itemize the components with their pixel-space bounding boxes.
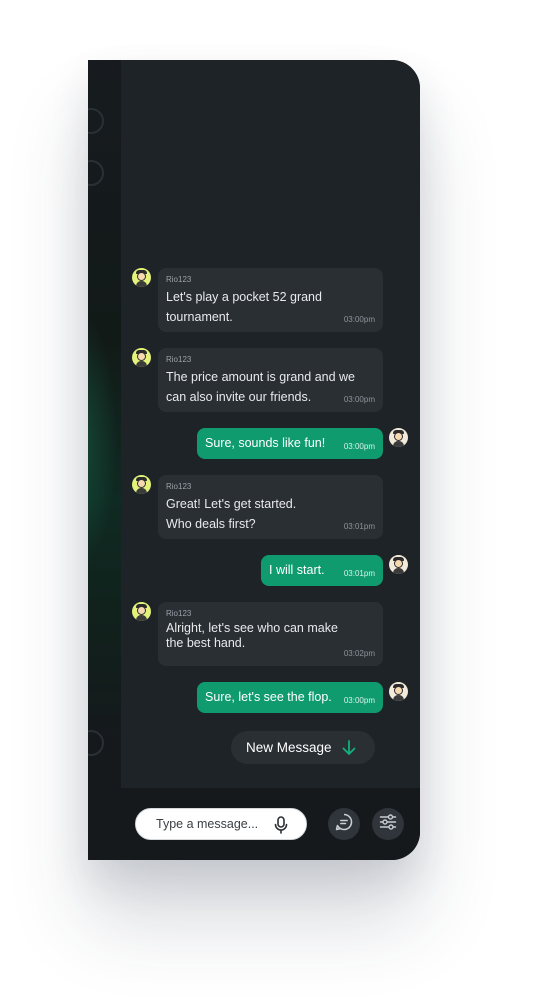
incoming-message[interactable]: Rio123 Great! Let's get started. Who dea… bbox=[158, 475, 383, 539]
incoming-message[interactable]: Rio123 Alright, let's see who can make t… bbox=[158, 602, 383, 666]
outgoing-message[interactable]: I will start. 03:01pm bbox=[261, 555, 383, 586]
composer-bar bbox=[121, 788, 420, 860]
new-message-label: New Message bbox=[246, 740, 332, 755]
outgoing-message[interactable]: Sure, sounds like fun! 03:00pm bbox=[197, 428, 383, 459]
avatar[interactable] bbox=[389, 428, 408, 447]
message-sender: Rio123 bbox=[166, 275, 192, 284]
background-glow bbox=[88, 310, 118, 570]
avatar[interactable] bbox=[132, 268, 151, 287]
settings-button[interactable] bbox=[372, 808, 404, 840]
message-text: Great! Let's get started. Who deals firs… bbox=[166, 497, 297, 531]
message-time: 03:02pm bbox=[343, 649, 375, 658]
message-time: 03:01pm bbox=[343, 522, 375, 531]
sliders-icon bbox=[379, 813, 397, 836]
incoming-message[interactable]: Rio123 The price amount is grand and we … bbox=[158, 348, 383, 412]
avatar[interactable] bbox=[132, 602, 151, 621]
menu-icon bbox=[88, 108, 104, 134]
message-text: The price amount is grand and we can als… bbox=[166, 370, 355, 404]
avatar[interactable] bbox=[389, 682, 408, 701]
background-app-strip bbox=[88, 60, 121, 860]
square-icon bbox=[88, 730, 104, 756]
message-sender: Rio123 bbox=[166, 609, 192, 618]
message-time: 03:01pm bbox=[343, 569, 375, 578]
incoming-message[interactable]: Rio123 Let's play a pocket 52 grand tour… bbox=[158, 268, 383, 332]
cup-icon bbox=[88, 160, 104, 186]
message-time: 03:00pm bbox=[343, 696, 375, 705]
message-input[interactable] bbox=[154, 816, 270, 832]
message-text: Alright, let's see who can make the best… bbox=[166, 621, 338, 650]
message-input-wrapper[interactable] bbox=[135, 808, 307, 840]
chat-bubble-icon bbox=[335, 813, 353, 836]
message-time: 03:00pm bbox=[343, 315, 375, 324]
message-list[interactable]: Rio123 Let's play a pocket 52 grand tour… bbox=[121, 60, 420, 788]
message-time: 03:00pm bbox=[343, 395, 375, 404]
outgoing-message[interactable]: Sure, let's see the flop. 03:00pm bbox=[197, 682, 383, 713]
message-text: Let's play a pocket 52 grand tournament. bbox=[166, 290, 322, 324]
message-sender: Rio123 bbox=[166, 355, 192, 364]
message-time: 03:00pm bbox=[343, 442, 375, 451]
avatar[interactable] bbox=[132, 348, 151, 367]
avatar[interactable] bbox=[389, 555, 408, 574]
new-message-button[interactable]: New Message bbox=[231, 731, 375, 764]
microphone-icon[interactable] bbox=[274, 816, 288, 834]
arrow-down-icon bbox=[342, 739, 356, 756]
chat-button[interactable] bbox=[328, 808, 360, 840]
chat-panel: Rio123 Let's play a pocket 52 grand tour… bbox=[88, 60, 420, 860]
message-sender: Rio123 bbox=[166, 482, 192, 491]
avatar[interactable] bbox=[132, 475, 151, 494]
